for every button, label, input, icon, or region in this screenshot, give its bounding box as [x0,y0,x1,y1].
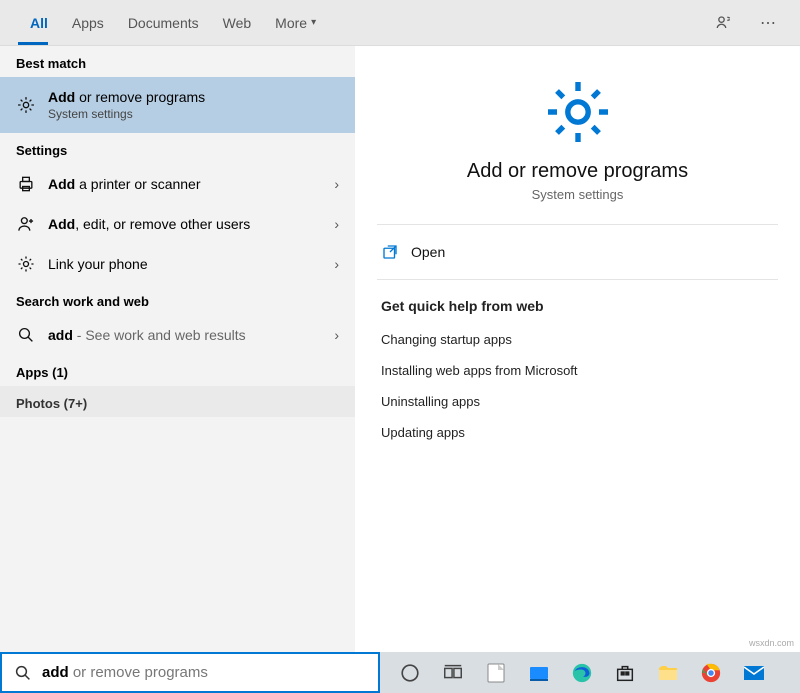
result-add-remove-programs[interactable]: Add or remove programs System settings [0,77,355,133]
taskbar: add or remove programs [0,652,800,693]
result-web-search[interactable]: add - See work and web results › [0,315,355,355]
result-link-phone[interactable]: Link your phone › [0,244,355,284]
users-bold: Add [48,216,75,232]
search-query-suggestion: or remove programs [69,664,208,681]
gear-icon [16,95,36,115]
chevron-right-icon: › [334,176,339,192]
chevron-down-icon: ▾ [311,17,316,28]
tab-web[interactable]: Web [211,0,264,45]
result-add-users[interactable]: Add, edit, or remove other users › [0,204,355,244]
web-rest: - See work and web results [73,327,246,343]
phone-label: Link your phone [48,256,322,272]
gear-icon [16,254,36,274]
section-search-web: Search work and web [0,284,355,315]
search-box[interactable]: add or remove programs [0,652,380,693]
result-subtitle: System settings [48,107,339,121]
section-photos[interactable]: Photos (7+) [0,386,355,417]
help-link-install-web-apps[interactable]: Installing web apps from Microsoft [377,355,778,386]
user-plus-icon [16,214,36,234]
detail-panel: Add or remove programs System settings O… [355,46,800,652]
chevron-right-icon: › [334,327,339,343]
store-icon[interactable] [609,657,641,689]
section-settings: Settings [0,133,355,164]
app-blue-icon[interactable] [523,657,555,689]
tab-documents[interactable]: Documents [116,0,211,45]
chrome-icon[interactable] [695,657,727,689]
tab-more-label: More [275,15,307,31]
users-rest: , edit, or remove other users [75,216,250,232]
printer-bold: Add [48,176,75,192]
mail-icon[interactable] [738,657,770,689]
search-icon [14,664,32,682]
help-link-startup-apps[interactable]: Changing startup apps [377,324,778,355]
detail-subtitle: System settings [377,187,778,202]
search-icon [16,325,36,345]
search-query-bold: add [42,664,69,681]
open-label: Open [411,244,445,260]
watermark: wsxdn.com [749,638,794,648]
results-panel: Best match Add or remove programs System… [0,46,355,652]
web-bold: add [48,327,73,343]
tab-apps[interactable]: Apps [60,0,116,45]
help-link-uninstalling[interactable]: Uninstalling apps [377,386,778,417]
cortana-icon[interactable] [394,657,426,689]
printer-rest: a printer or scanner [75,176,200,192]
result-add-printer[interactable]: Add a printer or scanner › [0,164,355,204]
detail-title: Add or remove programs [377,160,778,183]
feedback-icon[interactable] [710,9,738,37]
open-action[interactable]: Open [377,225,778,279]
edge-icon[interactable] [566,657,598,689]
tab-more[interactable]: More ▾ [263,0,328,45]
help-link-updating[interactable]: Updating apps [377,417,778,448]
open-icon [381,243,399,261]
filter-tabs: All Apps Documents Web More ▾ ⋯ [0,0,800,46]
chevron-right-icon: › [334,256,339,272]
chevron-right-icon: › [334,216,339,232]
section-best-match: Best match [0,46,355,77]
file-explorer-icon[interactable] [652,657,684,689]
more-options-icon[interactable]: ⋯ [754,9,782,37]
tab-all[interactable]: All [18,0,60,45]
gear-icon-large [542,76,614,148]
task-view-icon[interactable] [437,657,469,689]
active-tab-indicator [18,42,48,45]
help-section-title: Get quick help from web [381,298,778,314]
section-apps[interactable]: Apps (1) [0,355,355,386]
result-bold: Add [48,89,75,105]
result-rest: or remove programs [75,89,205,105]
libreoffice-icon[interactable] [480,657,512,689]
printer-icon [16,174,36,194]
